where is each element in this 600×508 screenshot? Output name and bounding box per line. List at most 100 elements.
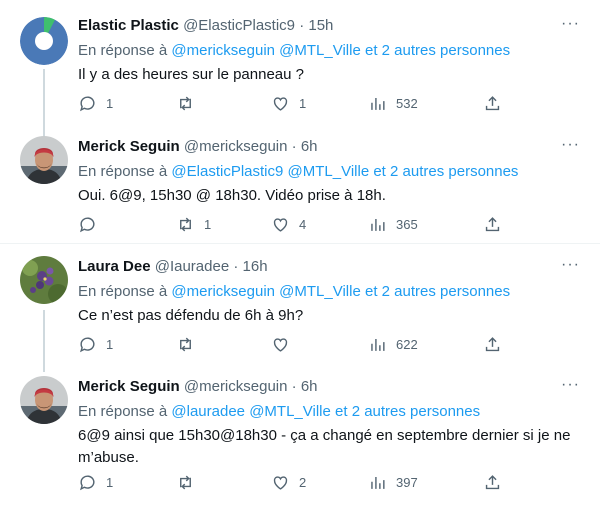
reply-icon <box>80 216 95 232</box>
more-options-icon[interactable]: ··· <box>556 15 580 37</box>
reply-button[interactable] <box>78 213 106 235</box>
heart-icon <box>273 475 288 490</box>
mention-link[interactable]: @MTL_Ville <box>249 403 331 420</box>
more-options-icon[interactable]: ··· <box>556 136 580 158</box>
reply-button[interactable]: 1 <box>78 92 113 114</box>
tweet-actions: 1 622 <box>78 333 508 355</box>
tweet[interactable]: Merick Seguin @merickseguin · 6h ··· En … <box>0 376 600 501</box>
mention-link[interactable]: @lauradee <box>171 403 245 420</box>
reply-context: En réponse à @merickseguin @MTL_Ville et… <box>78 281 580 303</box>
retweet-icon <box>180 96 191 110</box>
timestamp[interactable]: 6h <box>301 138 318 155</box>
retweet-count: 1 <box>204 216 212 232</box>
views-icon <box>371 218 385 231</box>
retweet-icon <box>180 475 191 489</box>
reply-count: 1 <box>106 336 114 352</box>
timestamp[interactable]: 6h <box>301 378 318 395</box>
separator: · <box>299 17 305 34</box>
views-icon <box>371 476 385 489</box>
views-button[interactable]: 532 <box>368 92 418 114</box>
share-button[interactable] <box>483 92 502 114</box>
like-button[interactable]: 4 <box>271 213 306 235</box>
like-button[interactable] <box>271 333 299 355</box>
mention-link[interactable]: @ElasticPlastic9 <box>171 163 283 180</box>
like-count: 1 <box>299 95 307 111</box>
heart-icon <box>273 337 288 352</box>
views-button[interactable]: 397 <box>368 471 418 493</box>
tweet-text: Oui. 6@9, 15h30 @ 18h30. Vidéo prise à 1… <box>78 187 386 204</box>
mention-others-link[interactable]: et 2 autres personnes <box>335 403 480 420</box>
display-name[interactable]: Merick Seguin <box>78 138 180 155</box>
pie-chart-avatar-icon <box>20 17 68 65</box>
more-options-icon[interactable]: ··· <box>556 376 580 398</box>
reply-button[interactable]: 1 <box>78 333 113 355</box>
like-count: 4 <box>299 216 307 232</box>
mention-link[interactable]: @merickseguin <box>171 42 275 59</box>
user-handle[interactable]: @Iauradee <box>155 258 229 275</box>
retweet-button[interactable] <box>176 92 204 114</box>
reply-prefix: En réponse à <box>78 283 168 300</box>
reply-context: En réponse à @merickseguin @MTL_Ville et… <box>78 40 580 62</box>
retweet-button[interactable]: 1 <box>176 213 211 235</box>
share-button[interactable] <box>483 213 502 235</box>
tweet[interactable]: Laura Dee @Iauradee · 16h ··· En réponse… <box>0 256 600 372</box>
person-avatar-icon <box>20 376 68 424</box>
tweet-actions: 1 1 532 <box>78 92 508 114</box>
heart-icon <box>273 217 288 232</box>
display-name[interactable]: Elastic Plastic <box>78 17 179 34</box>
heart-icon <box>273 96 288 111</box>
tweet-text: Ce n’est pas défendu de 6h à 9h? <box>78 307 304 324</box>
mention-others-link[interactable]: et 2 autres personnes <box>365 283 510 300</box>
share-button[interactable] <box>483 333 502 355</box>
mention-link[interactable]: @MTL_Ville <box>279 283 361 300</box>
retweet-button[interactable] <box>176 333 204 355</box>
display-name[interactable]: Laura Dee <box>78 258 151 275</box>
view-count: 365 <box>396 216 418 232</box>
views-icon <box>371 338 385 351</box>
user-handle[interactable]: @ElasticPlastic9 <box>183 17 295 34</box>
more-options-icon[interactable]: ··· <box>556 256 580 278</box>
avatar[interactable] <box>20 376 68 424</box>
tweet-actions: 1 2 397 <box>78 471 508 493</box>
timestamp[interactable]: 15h <box>308 17 333 34</box>
mention-others-link[interactable]: et 2 autres personnes <box>365 42 510 59</box>
user-handle[interactable]: @merickseguin <box>184 378 288 395</box>
reply-button[interactable]: 1 <box>78 471 113 493</box>
separator: · <box>233 258 239 275</box>
views-button[interactable]: 365 <box>368 213 418 235</box>
avatar[interactable] <box>20 17 68 65</box>
like-button[interactable]: 1 <box>271 92 306 114</box>
timestamp[interactable]: 16h <box>243 258 268 275</box>
avatar[interactable] <box>20 256 68 304</box>
retweet-icon <box>180 337 191 351</box>
like-button[interactable]: 2 <box>271 471 306 493</box>
views-icon <box>371 97 385 110</box>
tweet-text: 6@9 ainsi que 15h30@18h30 - ça a changé … <box>78 427 571 466</box>
reply-prefix: En réponse à <box>78 42 168 59</box>
reply-prefix: En réponse à <box>78 163 168 180</box>
reply-context: En réponse à @lauradee @MTL_Ville et 2 a… <box>78 401 580 423</box>
tweet[interactable]: Merick Seguin @merickseguin · 6h ··· En … <box>0 136 600 241</box>
retweet-button[interactable] <box>176 471 204 493</box>
flower-avatar-icon <box>20 256 68 304</box>
share-icon <box>485 336 500 351</box>
separator: · <box>291 378 297 395</box>
mention-link[interactable]: @merickseguin <box>171 283 275 300</box>
tweet-actions: 1 4 365 <box>78 213 508 235</box>
share-button[interactable] <box>483 471 502 493</box>
views-button[interactable]: 622 <box>368 333 418 355</box>
mention-others-link[interactable]: et 2 autres personnes <box>373 163 518 180</box>
thread-line <box>43 310 45 372</box>
retweet-icon <box>180 217 191 231</box>
avatar[interactable] <box>20 136 68 184</box>
reply-prefix: En réponse à <box>78 403 168 420</box>
reply-count: 1 <box>106 474 114 490</box>
person-avatar-icon <box>20 136 68 184</box>
share-icon <box>485 216 500 231</box>
display-name[interactable]: Merick Seguin <box>78 378 180 395</box>
user-handle[interactable]: @merickseguin <box>184 138 288 155</box>
mention-link[interactable]: @MTL_Ville <box>279 42 361 59</box>
mention-link[interactable]: @MTL_Ville <box>288 163 370 180</box>
reply-context: En réponse à @ElasticPlastic9 @MTL_Ville… <box>78 161 580 183</box>
tweet[interactable]: Elastic Plastic @ElasticPlastic9 · 15h ·… <box>0 15 600 144</box>
